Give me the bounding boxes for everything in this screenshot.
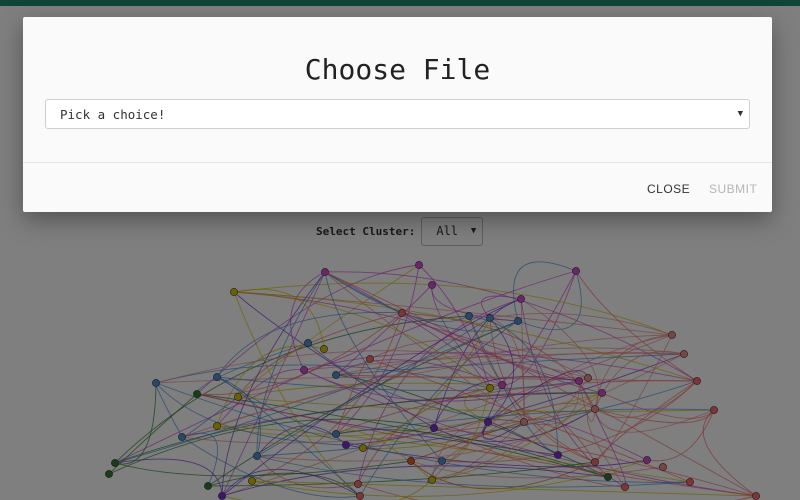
file-select[interactable]: Pick a choice! ▼ <box>45 99 750 129</box>
file-select-placeholder: Pick a choice! <box>60 106 166 122</box>
close-button[interactable]: CLOSE <box>647 182 690 196</box>
choose-file-dialog: Choose File Pick a choice! ▼ CLOSE SUBMI… <box>23 17 772 212</box>
dialog-footer: CLOSE SUBMIT <box>23 162 772 213</box>
caret-down-icon: ▼ <box>737 109 743 119</box>
dialog-title: Choose File <box>304 53 491 86</box>
submit-button[interactable]: SUBMIT <box>709 182 757 196</box>
